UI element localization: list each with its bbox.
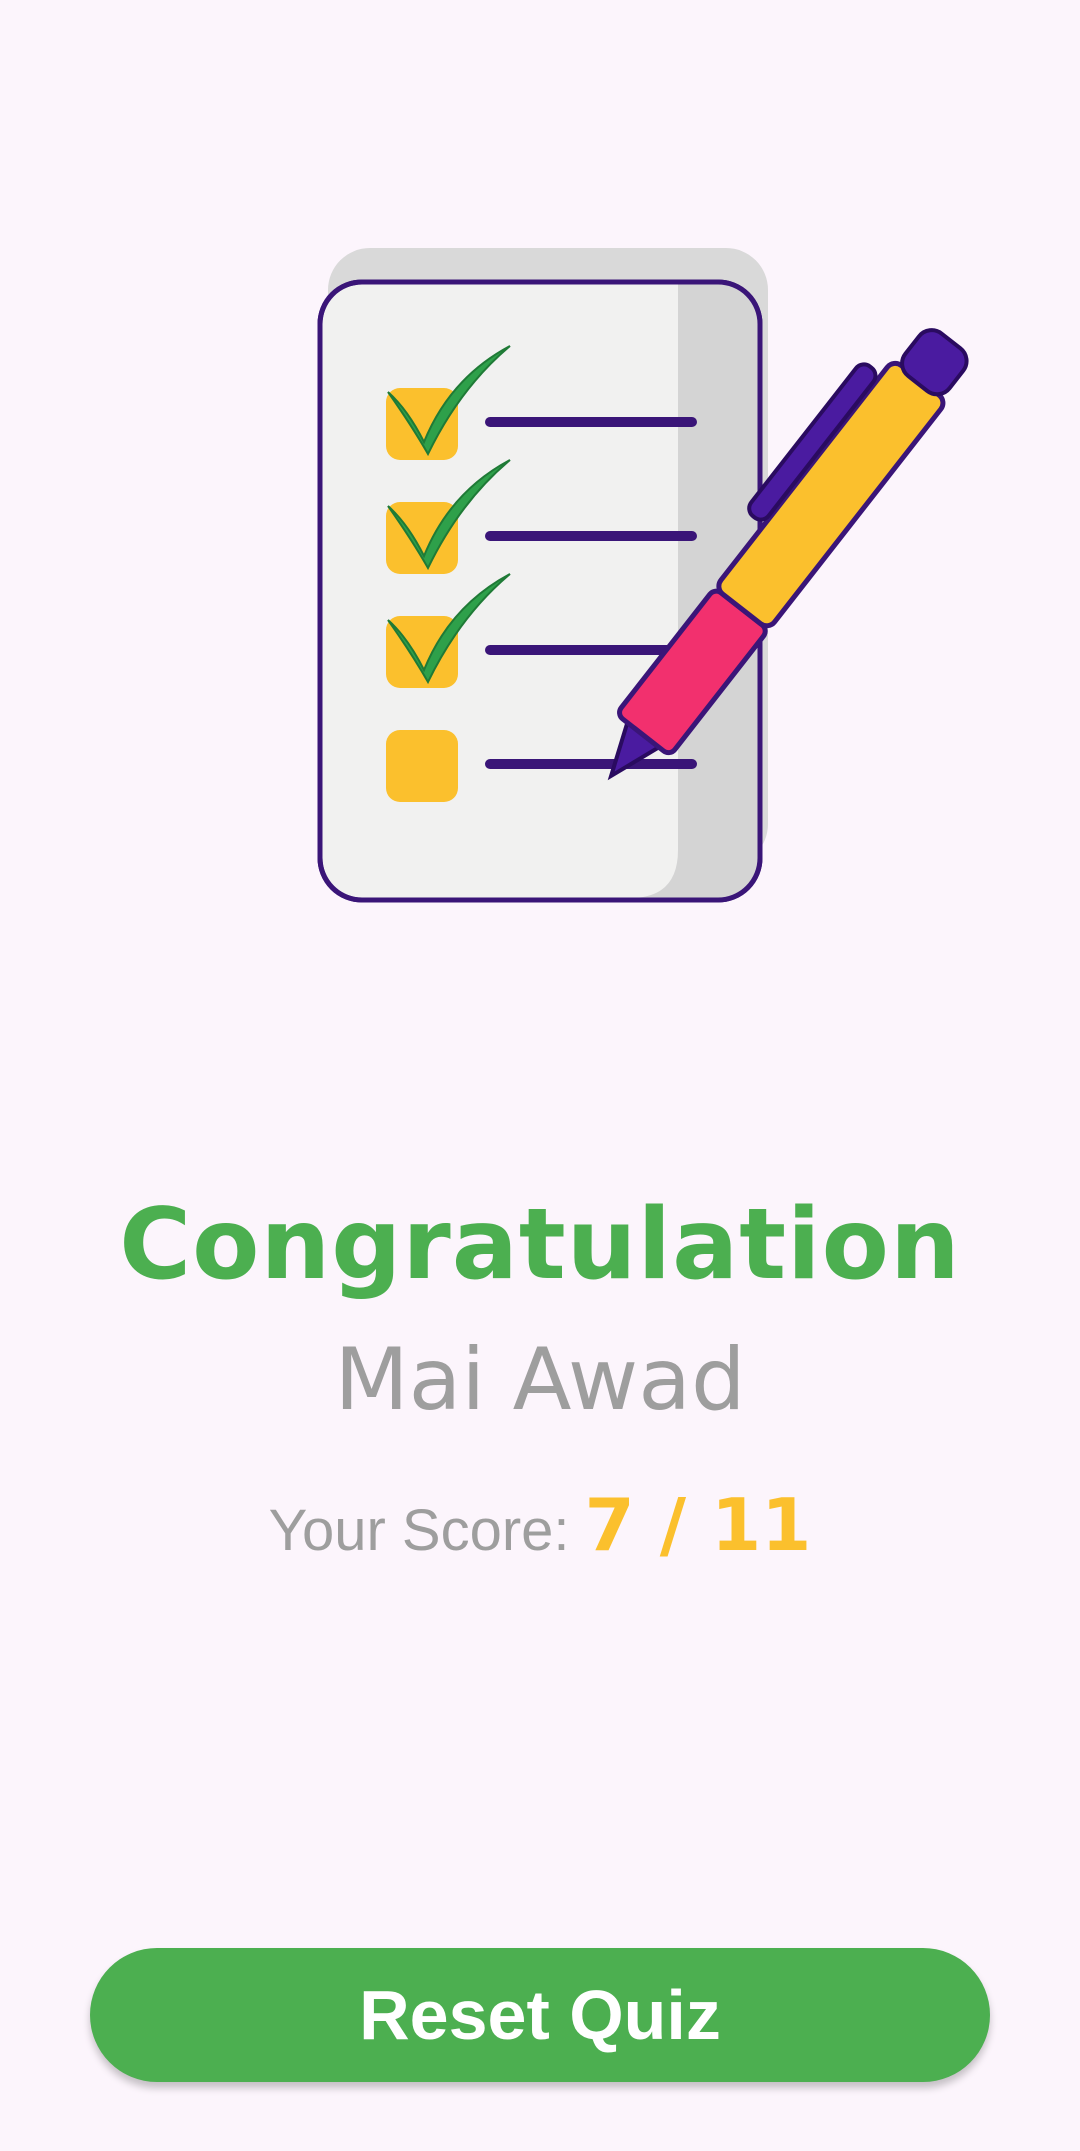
checklist-illustration [300, 220, 1000, 940]
user-name: Mai Awad [334, 1330, 746, 1430]
congratulation-title: Congratulation [119, 1188, 961, 1302]
score-label: Your Score: [268, 1498, 570, 1563]
reset-quiz-button[interactable]: Reset Quiz [90, 1948, 990, 2082]
score-line: Your Score: 7 / 11 [0, 1475, 1080, 1595]
checklist-with-pen-icon [317, 248, 969, 903]
score-value: 7 / 11 [584, 1483, 812, 1567]
reset-quiz-label: Reset Quiz [359, 1976, 721, 2054]
